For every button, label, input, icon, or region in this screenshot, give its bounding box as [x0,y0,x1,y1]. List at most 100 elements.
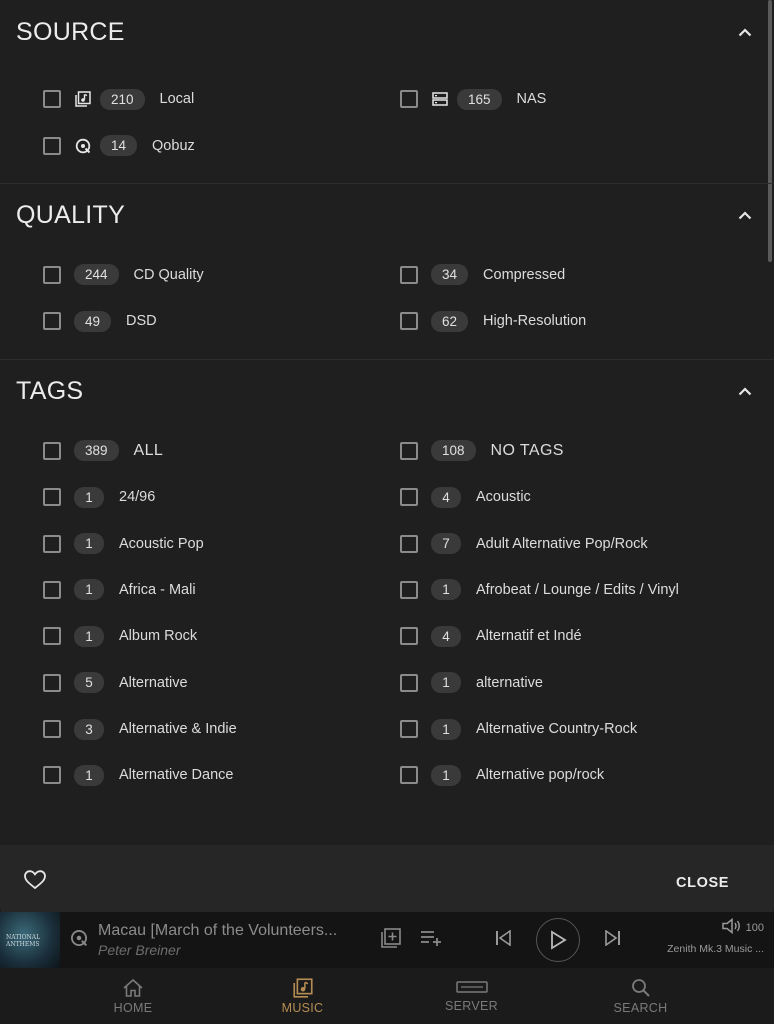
source-title: SOURCE [16,17,125,46]
tag-filter[interactable]: 4 Alternatif et Indé [400,613,757,659]
checkbox[interactable] [43,441,61,460]
track-info[interactable]: Macau [March of the Volunteers... Peter … [98,922,368,958]
heart-icon[interactable] [24,870,46,895]
zone-name: Zenith Mk.3 Music ... [667,943,764,955]
checkbox[interactable] [400,312,418,331]
checkbox[interactable] [43,534,61,553]
nav-music[interactable]: MUSIC [218,968,387,1024]
count-badge: 1 [74,625,104,647]
source-filter-qobuz[interactable]: 14 Qobuz [43,122,400,168]
checkbox[interactable] [400,265,418,284]
album-cover[interactable]: NATIONAL ANTHEMS [0,912,60,968]
quality-filter-compressed[interactable]: 34 Compressed [400,252,757,298]
music-library-icon [292,977,313,998]
count-badge: 14 [100,135,138,157]
qobuz-icon [74,137,92,155]
filter-label: Alternative [119,674,188,691]
checkbox[interactable] [400,673,418,692]
tags-title: TAGS [16,377,84,406]
filter-label: Qobuz [152,137,195,154]
checkbox[interactable] [43,265,61,284]
server-icon [455,980,488,993]
filter-label: Alternatif et Indé [476,628,582,645]
tag-filter[interactable]: 4 Acoustic [400,474,757,520]
count-badge: 1 [431,672,461,694]
chevron-up-icon[interactable] [736,23,754,41]
tag-filter[interactable]: 389 ALL [43,428,400,474]
tag-filter[interactable]: 108 NO TAGS [400,428,757,474]
checkbox[interactable] [400,534,418,553]
previous-track-icon[interactable] [494,928,512,951]
count-badge: 108 [431,440,476,462]
checkbox[interactable] [400,627,418,646]
checkbox[interactable] [400,766,418,785]
tag-filter[interactable]: 7 Adult Alternative Pop/Rock [400,520,757,566]
checkbox[interactable] [43,90,61,109]
checkbox[interactable] [400,580,418,599]
filter-label: Alternative & Indie [119,721,237,738]
count-badge: 1 [431,718,461,740]
source-filter-nas[interactable]: 165 NAS [400,76,757,122]
checkbox[interactable] [400,441,418,460]
quality-filter-hires[interactable]: 62 High-Resolution [400,298,757,344]
tag-filter[interactable]: 1 alternative [400,660,757,706]
checkbox[interactable] [43,488,61,507]
count-badge: 1 [74,533,104,555]
checkbox[interactable] [400,488,418,507]
count-badge: 1 [74,579,104,601]
tags-header[interactable]: TAGS [0,360,774,424]
quality-header[interactable]: QUALITY [0,184,774,248]
checkbox[interactable] [43,312,61,331]
home-icon [123,978,143,997]
filter-label: High-Resolution [483,313,587,330]
filter-label: alternative [476,674,543,691]
nav-label: HOME [113,1000,153,1015]
filter-label: Afrobeat / Lounge / Edits / Vinyl [476,581,679,598]
source-header[interactable]: SOURCE [0,0,774,64]
search-icon [631,978,650,997]
tag-filter[interactable]: 1 Alternative pop/rock [400,752,757,798]
filter-label: Alternative Country-Rock [476,721,638,738]
chevron-up-icon[interactable] [736,383,754,401]
filter-panel: SOURCE 210 Local 165 NAS 14 Qobuz QUALIT… [0,0,774,845]
tag-filter[interactable]: 1 Africa - Mali [43,567,400,613]
filter-label: Adult Alternative Pop/Rock [476,535,648,552]
count-badge: 244 [74,264,119,286]
checkbox[interactable] [43,673,61,692]
qobuz-icon [70,929,88,952]
chevron-up-icon[interactable] [736,207,754,225]
checkbox[interactable] [43,580,61,599]
checkbox[interactable] [400,720,418,739]
quality-filter-cd[interactable]: 244 CD Quality [43,252,400,298]
tag-filter[interactable]: 1 Acoustic Pop [43,520,400,566]
nav-search[interactable]: SEARCH [556,968,725,1024]
nav-home[interactable]: HOME [48,968,218,1024]
volume-zone[interactable]: 100 Zenith Mk.3 Music ... [654,917,764,955]
tag-filter[interactable]: 3 Alternative & Indie [43,706,400,752]
checkbox[interactable] [43,720,61,739]
count-badge: 7 [431,533,461,555]
count-badge: 3 [74,718,104,740]
checkbox[interactable] [43,766,61,785]
add-to-library-icon[interactable] [380,927,402,954]
nav-server[interactable]: SERVER [387,968,556,1024]
tag-filter[interactable]: 5 Alternative [43,660,400,706]
tag-filter[interactable]: 1 24/96 [43,474,400,520]
filter-label: Africa - Mali [119,581,196,598]
close-button[interactable]: CLOSE [676,875,729,891]
count-badge: 165 [457,88,502,110]
tag-filter[interactable]: 1 Alternative Country-Rock [400,706,757,752]
next-track-icon[interactable] [604,928,622,951]
checkbox[interactable] [400,90,418,109]
checkbox[interactable] [43,627,61,646]
volume-icon[interactable] [721,917,742,937]
add-to-queue-icon[interactable] [420,929,444,952]
tag-filter[interactable]: 1 Alternative Dance [43,752,400,798]
checkbox[interactable] [43,136,61,155]
quality-filter-dsd[interactable]: 49 DSD [43,298,400,344]
play-button[interactable] [536,918,580,962]
tag-filter[interactable]: 1 Afrobeat / Lounge / Edits / Vinyl [400,567,757,613]
source-filter-local[interactable]: 210 Local [43,76,400,122]
tag-filter[interactable]: 1 Album Rock [43,613,400,659]
count-badge: 4 [431,625,461,647]
